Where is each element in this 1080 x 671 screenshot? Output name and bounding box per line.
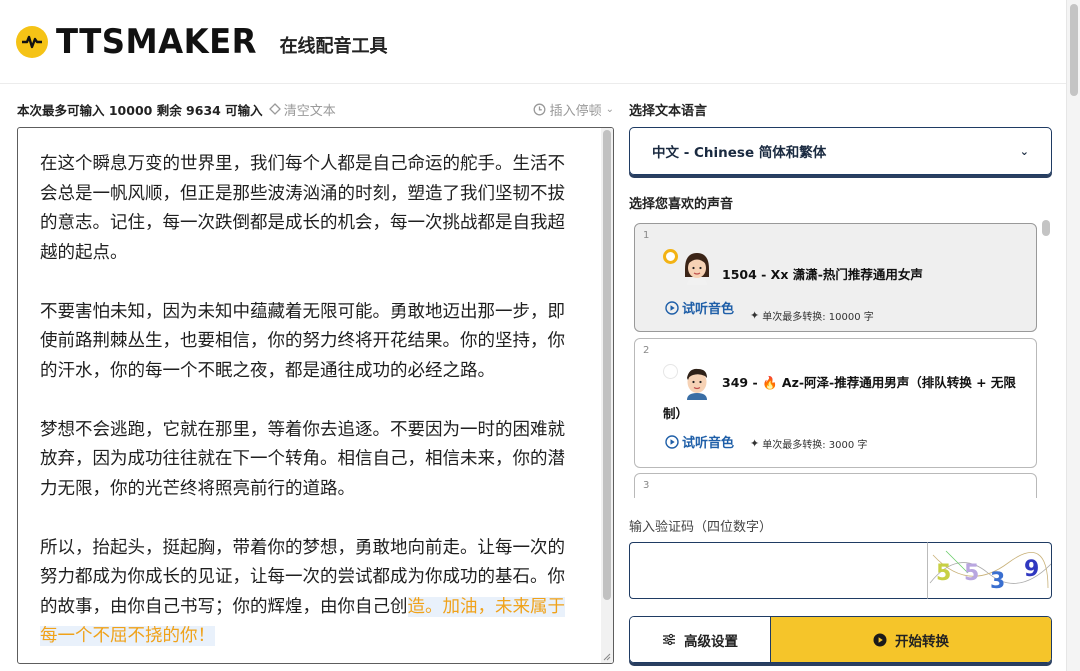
sparkle-icon: ✦ [750,309,760,322]
clear-text-button[interactable]: 清空文本 [268,100,336,119]
captcha-char: 5 [936,561,952,586]
voice-limit: ✦ 单次最多转换: 10000 字 [750,308,874,323]
editor-scrollbar[interactable] [601,128,613,663]
insert-pause-label: 插入停顿 [549,103,602,119]
chevron-down-icon: ⌄ [605,103,614,115]
voice-name: 349 - 🔥 Az-阿泽-推荐通用男声（排队转换 + 无限 [722,375,1016,390]
editor-content[interactable]: 在这个瞬息万变的世界里，我们每个人都是自己命运的舵手。生活不会总是一帆风顺，但正… [40,150,568,652]
voice-limit: ✦ 单次最多转换: 3000 字 [750,436,867,451]
voice-limit-text: 单次最多转换: 3000 字 [762,440,868,451]
start-convert-button[interactable]: 开始转换 [771,617,1051,662]
editor-toolbar: 本次最多可输入 10000 剩余 9634 可输入 清空文本 插入停顿 ⌄ [17,99,614,119]
language-label: 选择文本语言 [629,104,708,119]
voice-name: 1504 - Xx 潇潇-热门推荐通用女声 [722,267,923,282]
header: TTSMAKER 在线配音工具 [0,0,1066,84]
language-selected-value: 中文 - Chinese 简体和繁体 [652,145,827,161]
action-buttons: 高级设置 开始转换 [629,616,1052,663]
paragraph: 不要害怕未知，因为未知中蕴藏着无限可能。勇敢地迈出那一步，即使前路荆棘丛生，也要… [40,301,565,381]
resize-grip-icon[interactable] [601,651,611,661]
male-avatar-icon [687,368,707,400]
voice-card[interactable]: 2 349 - 🔥 Az-阿泽-推荐通用男声（排队转换 + 无限 制） 试听音色… [634,338,1037,468]
voice-number: 3 [643,480,650,491]
clear-text-label: 清空文本 [283,103,336,119]
listen-label: 试听音色 [682,436,735,451]
voice-number: 1 [643,230,650,241]
captcha-image[interactable]: 5539 5 5 3 9 [927,542,1052,599]
chevron-down-icon: ⌄ [1019,144,1029,158]
play-circle-icon [873,633,887,646]
voice-name-continued: 制） [663,406,689,421]
advanced-settings-label: 高级设置 [684,633,738,650]
play-circle-icon [665,300,679,315]
header-subtitle: 在线配音工具 [279,35,388,57]
voice-radio[interactable] [663,249,678,264]
eraser-icon [268,103,281,115]
captcha-char: 3 [990,569,1006,594]
voice-card[interactable]: 1 1504 - Xx 潇潇-热门推荐通用女声 试听音色 ✦ 单次最多转换: 1… [634,223,1037,332]
logo-text[interactable]: TTSMAKER [56,22,257,62]
captcha-char: 9 [1024,557,1040,582]
paragraph: 在这个瞬息万变的世界里，我们每个人都是自己命运的舵手。生活不会总是一帆风顺，但正… [40,154,565,263]
play-circle-icon [665,434,679,449]
char-count-text: 本次最多可输入 10000 剩余 9634 可输入 [17,102,263,118]
voice-list-scrollbar[interactable] [1041,218,1051,498]
captcha-label: 输入验证码（四位数字） [629,520,773,535]
captcha-input[interactable] [629,542,927,599]
text-editor[interactable]: 在这个瞬息万变的世界里，我们每个人都是自己命运的舵手。生活不会总是一帆风顺，但正… [17,127,614,664]
clock-icon [533,103,546,115]
voice-label: 选择您喜欢的声音 [629,197,734,212]
voice-list: 1 1504 - Xx 潇潇-热门推荐通用女声 试听音色 ✦ 单次最多转换: 1… [629,216,1054,498]
listen-button[interactable]: 试听音色 [665,298,734,317]
sparkle-icon: ✦ [750,437,760,450]
listen-button[interactable]: 试听音色 [665,432,734,451]
voice-card[interactable]: 3 [634,473,1037,498]
voice-limit-text: 单次最多转换: 10000 字 [762,312,874,323]
paragraph: 梦想不会逃跑，它就在那里，等着你去追逐。不要因为一时的困难就放弃，因为成功往往就… [40,419,565,499]
language-select[interactable]: 中文 - Chinese 简体和繁体 ⌄ [629,127,1052,175]
advanced-settings-button[interactable]: 高级设置 [630,617,771,662]
page-scrollbar[interactable] [1066,0,1080,671]
sliders-icon [663,633,675,646]
logo-waveform-icon [16,25,48,58]
voice-radio[interactable] [663,364,678,379]
voice-number: 2 [643,345,650,356]
listen-label: 试听音色 [682,302,735,317]
captcha-char: 5 [964,561,980,586]
insert-pause-button[interactable]: 插入停顿 ⌄ [533,100,614,119]
female-avatar-icon [685,253,709,285]
start-convert-label: 开始转换 [895,633,949,650]
paragraph: 所以，抬起头，挺起胸，带着你的梦想，勇敢地向前走。让每一次的努力都成为你成长的见… [40,534,568,652]
